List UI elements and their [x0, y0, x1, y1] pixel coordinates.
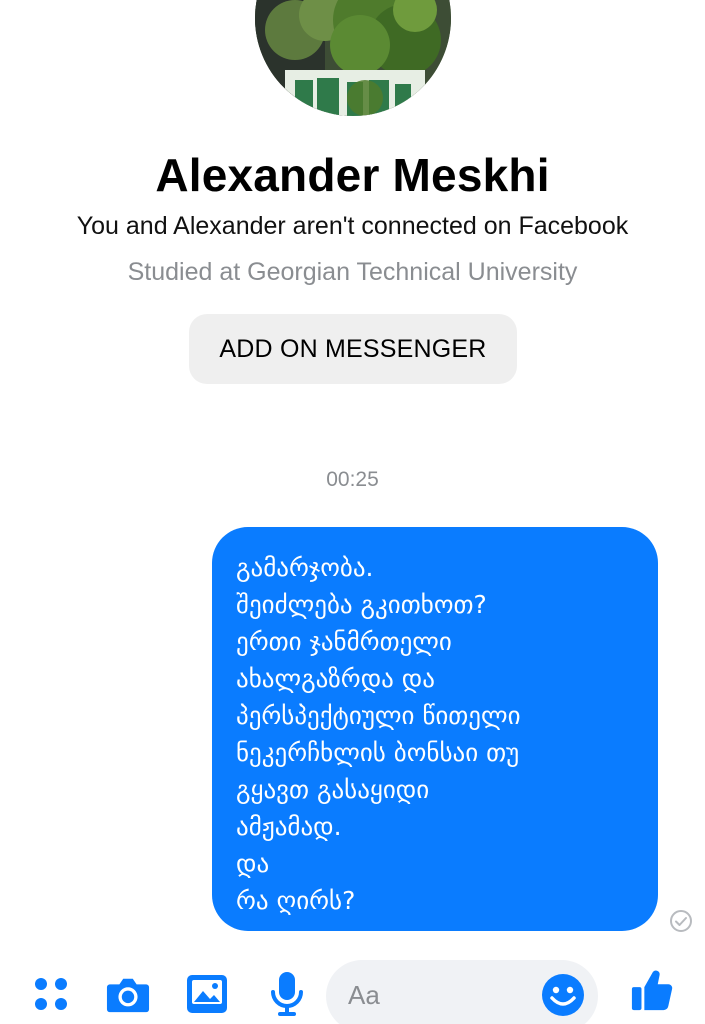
- message-line: და: [236, 849, 270, 878]
- sent-message-bubble[interactable]: გამარჯობა. შეიძლება გკითხოთ? ერთი ჯანმრთ…: [212, 527, 658, 931]
- message-line: ახალგაზრდა და: [236, 664, 435, 693]
- composer-bar: Aa: [0, 950, 705, 1024]
- apps-icon[interactable]: [29, 972, 73, 1016]
- camera-icon[interactable]: [106, 972, 150, 1016]
- message-input[interactable]: Aa: [326, 960, 598, 1024]
- message-line: რა ღირს?: [236, 886, 356, 915]
- avatar-photo: [255, 0, 451, 116]
- message-line: შეიძლება გკითხოთ?: [236, 590, 487, 619]
- message-timestamp: 00:25: [326, 468, 379, 491]
- microphone-icon[interactable]: [265, 972, 309, 1016]
- message-input-placeholder: Aa: [348, 980, 380, 1010]
- message-line: პერსპექტიული წითელი: [236, 701, 521, 730]
- thumbs-up-icon[interactable]: [630, 968, 674, 1012]
- seen-check-icon: [670, 910, 692, 932]
- message-line: ნეკერჩხლის ბონსაი თუ: [236, 738, 520, 767]
- message-line: გყავთ გასაყიდი: [236, 775, 430, 804]
- message-line: ამჟამად.: [236, 812, 342, 841]
- message-line: გამარჯობა.: [236, 553, 374, 582]
- message-line: ერთი ჯანმრთელი: [236, 627, 452, 656]
- emoji-icon[interactable]: [540, 972, 586, 1018]
- image-icon[interactable]: [185, 972, 229, 1016]
- profile-education: Studied at Georgian Technical University: [127, 258, 578, 286]
- connection-note: You and Alexander aren't connected on Fa…: [76, 212, 629, 240]
- profile-name: Alexander Meskhi: [155, 149, 550, 201]
- profile-avatar[interactable]: [255, 0, 451, 116]
- add-on-messenger-button[interactable]: ADD ON MESSENGER: [189, 314, 517, 384]
- messenger-thread: Alexander Meskhi You and Alexander aren'…: [0, 0, 705, 1024]
